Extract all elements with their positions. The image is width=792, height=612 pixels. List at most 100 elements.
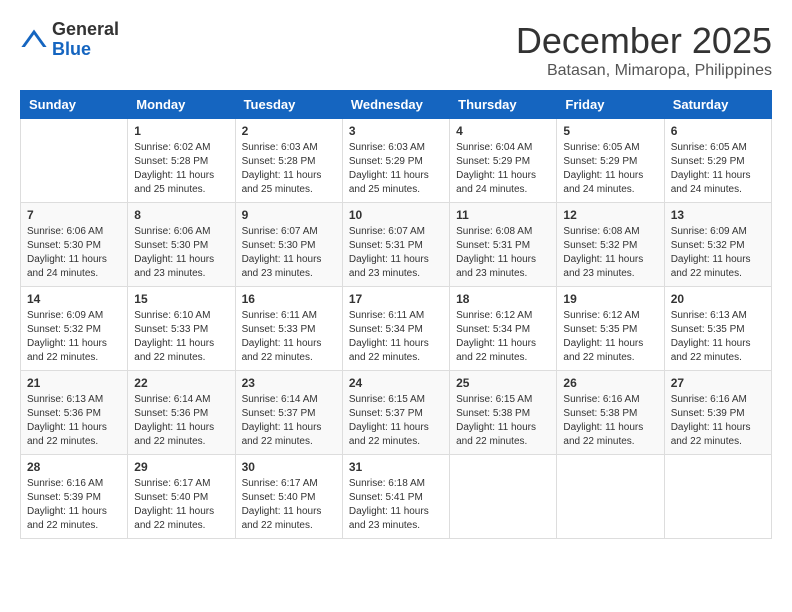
day-info: Sunrise: 6:03 AM Sunset: 5:28 PM Dayligh… (242, 141, 336, 197)
calendar-cell: 17 Sunrise: 6:11 AM Sunset: 5:34 PM Dayli… (342, 287, 449, 371)
calendar-table: SundayMondayTuesdayWednesdayThursdayFrid… (20, 90, 772, 539)
calendar-cell: 2 Sunrise: 6:03 AM Sunset: 5:28 PM Daylig… (235, 119, 342, 203)
calendar-header-sunday: Sunday (21, 91, 128, 119)
calendar-cell: 8Sunrise: 6:06 AM Sunset: 5:30 PM Daylig… (128, 203, 235, 287)
day-number: 21 (27, 376, 121, 390)
day-info: Sunrise: 6:12 AM Sunset: 5:34 PM Dayligh… (456, 309, 550, 365)
calendar-cell: 31 Sunrise: 6:18 AM Sunset: 5:41 PM Dayli… (342, 455, 449, 539)
day-number: 19 (563, 292, 657, 306)
calendar-cell: 5 Sunrise: 6:05 AM Sunset: 5:29 PM Daylig… (557, 119, 664, 203)
logo-icon (20, 26, 48, 54)
day-number: 7 (27, 208, 121, 222)
day-info: Sunrise: 6:15 AM Sunset: 5:38 PM Dayligh… (456, 393, 550, 449)
day-number: 30 (242, 460, 336, 474)
calendar-cell: 15Sunrise: 6:10 AM Sunset: 5:33 PM Dayli… (128, 287, 235, 371)
logo-general: General (52, 19, 119, 39)
day-info: Sunrise: 6:11 AM Sunset: 5:34 PM Dayligh… (349, 309, 443, 365)
logo-blue: Blue (52, 39, 91, 59)
day-number: 9 (242, 208, 336, 222)
calendar-cell: 9 Sunrise: 6:07 AM Sunset: 5:30 PM Daylig… (235, 203, 342, 287)
day-info: Sunrise: 6:16 AM Sunset: 5:38 PM Dayligh… (563, 393, 657, 449)
calendar-cell: 11 Sunrise: 6:08 AM Sunset: 5:31 PM Dayli… (450, 203, 557, 287)
day-info: Sunrise: 6:14 AM Sunset: 5:36 PM Dayligh… (134, 393, 228, 449)
calendar-cell: 1Sunrise: 6:02 AM Sunset: 5:28 PM Daylig… (128, 119, 235, 203)
calendar-cell: 4 Sunrise: 6:04 AM Sunset: 5:29 PM Daylig… (450, 119, 557, 203)
day-number: 10 (349, 208, 443, 222)
location-subtitle: Batasan, Mimaropa, Philippines (516, 62, 772, 80)
calendar-cell: 24Sunrise: 6:15 AM Sunset: 5:37 PM Dayli… (342, 371, 449, 455)
day-number: 15 (134, 292, 228, 306)
day-number: 29 (134, 460, 228, 474)
calendar-cell: 30 Sunrise: 6:17 AM Sunset: 5:40 PM Dayli… (235, 455, 342, 539)
calendar-week-row: 7 Sunrise: 6:06 AM Sunset: 5:30 PM Daylig… (21, 203, 772, 287)
calendar-cell: 22 Sunrise: 6:14 AM Sunset: 5:36 PM Dayli… (128, 371, 235, 455)
day-number: 24 (349, 376, 443, 390)
calendar-week-row: 21 Sunrise: 6:13 AM Sunset: 5:36 PM Dayli… (21, 371, 772, 455)
logo: General Blue (20, 20, 119, 60)
day-number: 17 (349, 292, 443, 306)
day-number: 13 (671, 208, 765, 222)
calendar-cell: 10 Sunrise: 6:07 AM Sunset: 5:31 PM Dayli… (342, 203, 449, 287)
day-info: Sunrise: 6:05 AM Sunset: 5:29 PM Dayligh… (563, 141, 657, 197)
calendar-cell (557, 455, 664, 539)
calendar-cell: 12Sunrise: 6:08 AM Sunset: 5:32 PM Dayli… (557, 203, 664, 287)
calendar-cell: 14 Sunrise: 6:09 AM Sunset: 5:32 PM Dayli… (21, 287, 128, 371)
day-info: Sunrise: 6:08 AM Sunset: 5:32 PM Dayligh… (563, 225, 657, 281)
logo-text: General Blue (52, 20, 119, 60)
page-header: General Blue December 2025 Batasan, Mima… (20, 20, 772, 80)
day-info: Sunrise: 6:13 AM Sunset: 5:35 PM Dayligh… (671, 309, 765, 365)
calendar-cell: 20Sunrise: 6:13 AM Sunset: 5:35 PM Dayli… (664, 287, 771, 371)
day-number: 28 (27, 460, 121, 474)
calendar-cell: 13 Sunrise: 6:09 AM Sunset: 5:32 PM Dayli… (664, 203, 771, 287)
day-number: 11 (456, 208, 550, 222)
day-number: 4 (456, 124, 550, 138)
day-number: 2 (242, 124, 336, 138)
day-info: Sunrise: 6:06 AM Sunset: 5:30 PM Dayligh… (134, 225, 228, 281)
calendar-header-tuesday: Tuesday (235, 91, 342, 119)
calendar-header-saturday: Saturday (664, 91, 771, 119)
day-number: 22 (134, 376, 228, 390)
day-number: 25 (456, 376, 550, 390)
calendar-cell: 19 Sunrise: 6:12 AM Sunset: 5:35 PM Dayli… (557, 287, 664, 371)
calendar-week-row: 28 Sunrise: 6:16 AM Sunset: 5:39 PM Dayli… (21, 455, 772, 539)
day-info: Sunrise: 6:18 AM Sunset: 5:41 PM Dayligh… (349, 477, 443, 533)
day-info: Sunrise: 6:07 AM Sunset: 5:31 PM Dayligh… (349, 225, 443, 281)
day-number: 26 (563, 376, 657, 390)
calendar-cell: 28 Sunrise: 6:16 AM Sunset: 5:39 PM Dayli… (21, 455, 128, 539)
calendar-week-row: 1Sunrise: 6:02 AM Sunset: 5:28 PM Daylig… (21, 119, 772, 203)
day-number: 23 (242, 376, 336, 390)
day-number: 5 (563, 124, 657, 138)
day-info: Sunrise: 6:16 AM Sunset: 5:39 PM Dayligh… (27, 477, 121, 533)
day-number: 6 (671, 124, 765, 138)
day-info: Sunrise: 6:07 AM Sunset: 5:30 PM Dayligh… (242, 225, 336, 281)
day-info: Sunrise: 6:14 AM Sunset: 5:37 PM Dayligh… (242, 393, 336, 449)
day-info: Sunrise: 6:04 AM Sunset: 5:29 PM Dayligh… (456, 141, 550, 197)
day-info: Sunrise: 6:17 AM Sunset: 5:40 PM Dayligh… (242, 477, 336, 533)
day-info: Sunrise: 6:17 AM Sunset: 5:40 PM Dayligh… (134, 477, 228, 533)
day-number: 3 (349, 124, 443, 138)
day-info: Sunrise: 6:11 AM Sunset: 5:33 PM Dayligh… (242, 309, 336, 365)
calendar-cell: 21 Sunrise: 6:13 AM Sunset: 5:36 PM Dayli… (21, 371, 128, 455)
calendar-cell: 16Sunrise: 6:11 AM Sunset: 5:33 PM Dayli… (235, 287, 342, 371)
calendar-cell: 7Sunrise: 6:06 AM Sunset: 5:30 PM Daylig… (21, 203, 128, 287)
day-info: Sunrise: 6:08 AM Sunset: 5:31 PM Dayligh… (456, 225, 550, 281)
calendar-cell (450, 455, 557, 539)
day-info: Sunrise: 6:03 AM Sunset: 5:29 PM Dayligh… (349, 141, 443, 197)
day-info: Sunrise: 6:09 AM Sunset: 5:32 PM Dayligh… (671, 225, 765, 281)
calendar-cell: 18Sunrise: 6:12 AM Sunset: 5:34 PM Dayli… (450, 287, 557, 371)
day-info: Sunrise: 6:12 AM Sunset: 5:35 PM Dayligh… (563, 309, 657, 365)
day-number: 1 (134, 124, 228, 138)
calendar-header-wednesday: Wednesday (342, 91, 449, 119)
calendar-header-row: SundayMondayTuesdayWednesdayThursdayFrid… (21, 91, 772, 119)
day-number: 31 (349, 460, 443, 474)
day-number: 14 (27, 292, 121, 306)
calendar-cell: 29 Sunrise: 6:17 AM Sunset: 5:40 PM Dayli… (128, 455, 235, 539)
calendar-header-friday: Friday (557, 91, 664, 119)
month-title: December 2025 (516, 20, 772, 62)
day-info: Sunrise: 6:09 AM Sunset: 5:32 PM Dayligh… (27, 309, 121, 365)
calendar-cell: 3 Sunrise: 6:03 AM Sunset: 5:29 PM Daylig… (342, 119, 449, 203)
calendar-cell: 27Sunrise: 6:16 AM Sunset: 5:39 PM Dayli… (664, 371, 771, 455)
day-info: Sunrise: 6:13 AM Sunset: 5:36 PM Dayligh… (27, 393, 121, 449)
calendar-cell: 26 Sunrise: 6:16 AM Sunset: 5:38 PM Dayli… (557, 371, 664, 455)
day-info: Sunrise: 6:05 AM Sunset: 5:29 PM Dayligh… (671, 141, 765, 197)
